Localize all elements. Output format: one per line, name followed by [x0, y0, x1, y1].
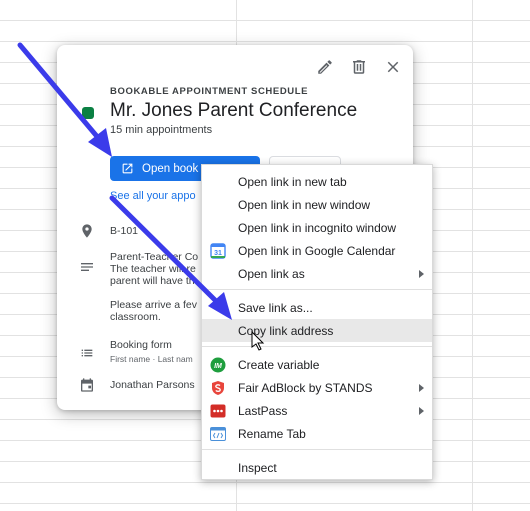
menu-item-label: Open link in new tab	[238, 174, 347, 189]
see-all-appointments-link[interactable]: See all your appo	[110, 190, 196, 202]
description-line: classroom.	[110, 311, 161, 323]
description-line: parent will have th	[110, 275, 195, 287]
trash-icon[interactable]	[349, 57, 369, 77]
menu-item-open-new-tab[interactable]: Open link in new tab	[202, 170, 432, 193]
location-pin-icon	[79, 223, 95, 239]
menu-item-open-link-as[interactable]: Open link as	[202, 262, 432, 285]
booking-form-label: Booking form	[110, 339, 172, 351]
booking-form-info: Booking form First name · Last nam	[110, 339, 193, 365]
notes-icon	[79, 259, 95, 275]
menu-item-label: Save link as...	[238, 300, 313, 315]
im-extension-icon: IM	[210, 357, 226, 372]
menu-separator	[202, 289, 432, 290]
calendar-color-swatch	[82, 107, 94, 119]
menu-separator	[202, 449, 432, 450]
open-in-new-icon	[122, 163, 133, 174]
rename-tab-icon	[210, 426, 226, 441]
event-subtitle: 15 min appointments	[110, 124, 213, 136]
grid-line	[0, 20, 530, 21]
menu-item-label: Fair AdBlock by STANDS	[238, 380, 373, 395]
menu-item-label: Open link as	[238, 266, 305, 281]
grid-line	[0, 41, 530, 42]
menu-item-open-incognito[interactable]: Open link in incognito window	[202, 216, 432, 239]
description-line: Parent-Teacher Co	[110, 251, 199, 263]
menu-item-copy-link-address[interactable]: Copy link address	[202, 319, 432, 342]
submenu-arrow-icon	[419, 269, 424, 278]
menu-item-label: Open link in Google Calendar	[238, 243, 396, 258]
menu-item-fair-adblock[interactable]: Fair AdBlock by STANDS	[202, 376, 432, 399]
menu-item-open-new-window[interactable]: Open link in new window	[202, 193, 432, 216]
menu-item-open-google-calendar[interactable]: 31 Open link in Google Calendar	[202, 239, 432, 262]
list-icon	[79, 345, 95, 361]
event-title: Mr. Jones Parent Conference	[110, 100, 358, 121]
mouse-cursor-icon	[251, 331, 265, 351]
menu-item-label: Create variable	[238, 357, 320, 372]
menu-item-save-link-as[interactable]: Save link as...	[202, 296, 432, 319]
menu-separator	[202, 346, 432, 347]
grid-line	[472, 0, 473, 511]
pencil-icon[interactable]	[315, 57, 335, 77]
section-label: BOOKABLE APPOINTMENT SCHEDULE	[110, 86, 309, 97]
grid-line	[0, 503, 530, 504]
description-text: Parent-Teacher Co The teacher will re pa…	[110, 251, 198, 323]
close-icon[interactable]	[383, 57, 403, 77]
menu-item-lastpass[interactable]: LastPass	[202, 399, 432, 422]
svg-text:IM: IM	[214, 363, 222, 370]
open-booking-label: Open book	[142, 162, 199, 175]
location-text: B-101	[110, 225, 139, 237]
booking-form-fields: First name · Last nam	[110, 354, 193, 364]
menu-item-label: Inspect	[238, 460, 277, 475]
calendar-icon	[79, 377, 95, 393]
card-actions	[315, 57, 403, 77]
grid-line	[0, 482, 530, 483]
menu-item-inspect[interactable]: Inspect	[202, 456, 432, 479]
menu-item-label: Rename Tab	[238, 426, 306, 441]
menu-item-rename-tab[interactable]: Rename Tab	[202, 422, 432, 445]
owner-name: Jonathan Parsons	[110, 379, 195, 391]
menu-item-create-variable[interactable]: IM Create variable	[202, 353, 432, 376]
submenu-arrow-icon	[419, 406, 424, 415]
menu-item-label: LastPass	[238, 403, 288, 418]
menu-item-label: Open link in new window	[238, 197, 371, 212]
context-menu: Open link in new tab Open link in new wi…	[201, 164, 433, 480]
svg-text:31: 31	[214, 250, 222, 257]
description-line: Please arrive a fev	[110, 299, 197, 311]
stands-adblock-icon	[212, 380, 224, 395]
google-calendar-icon: 31	[210, 242, 226, 259]
description-line: The teacher will re	[110, 263, 196, 275]
lastpass-icon	[210, 404, 226, 417]
submenu-arrow-icon	[419, 383, 424, 392]
menu-item-label: Open link in incognito window	[238, 220, 397, 235]
